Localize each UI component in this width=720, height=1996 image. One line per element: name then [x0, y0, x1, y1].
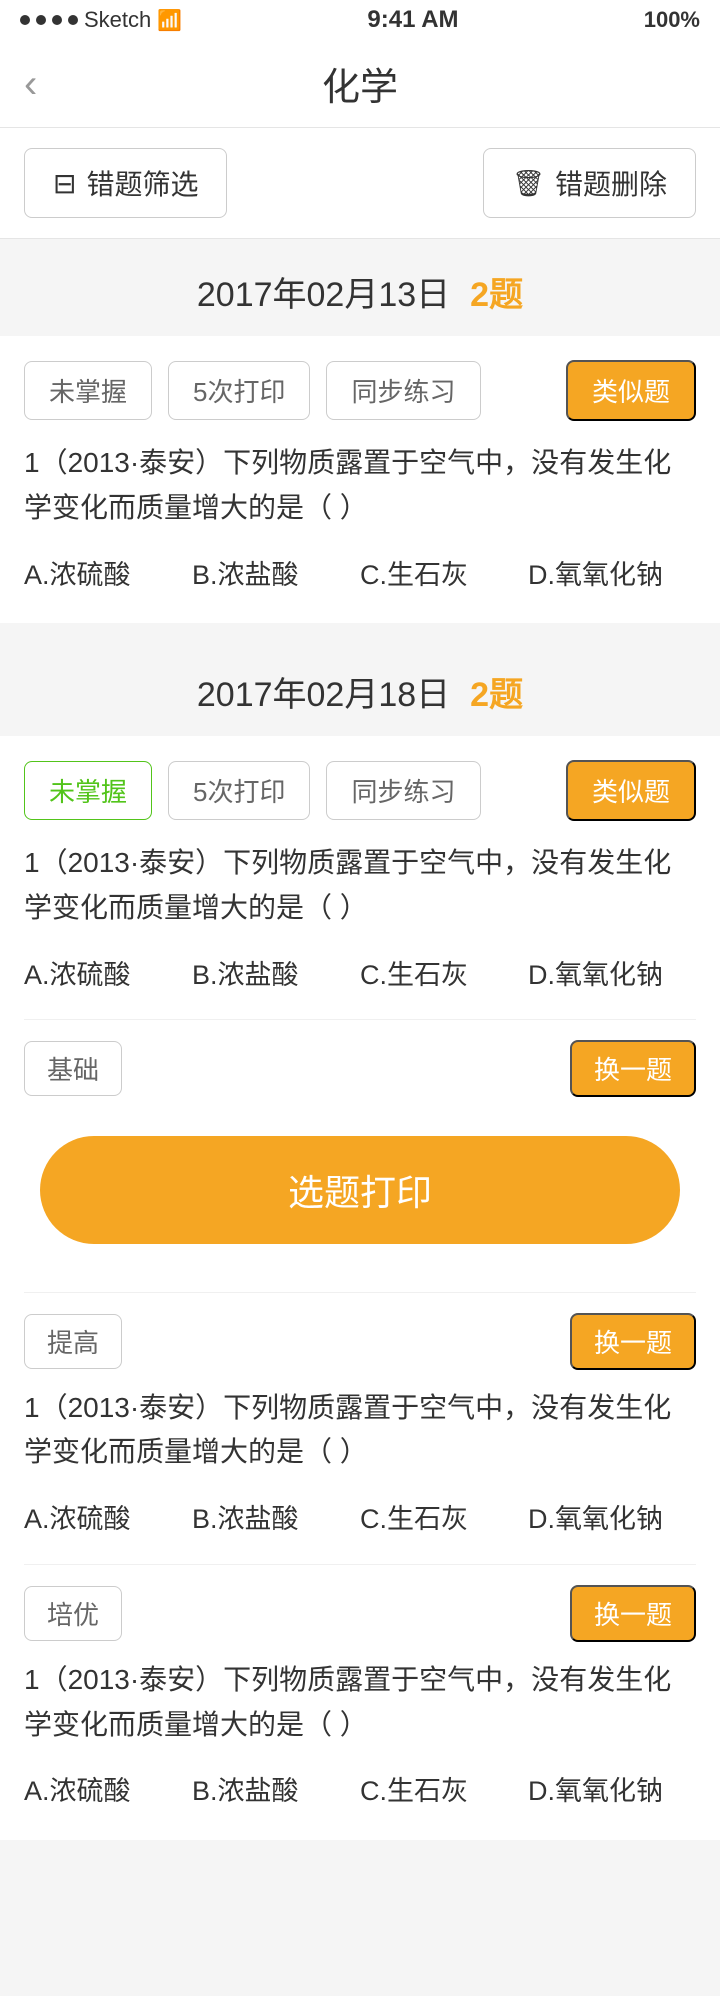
- question-card-2-0: 未掌握 5次打印 同步练习 类似题 1（2013·泰安）下列物质露置于空气中，没…: [0, 736, 720, 1840]
- sub-tag-row-elite: 培优 换一题: [24, 1585, 696, 1642]
- print-button[interactable]: 选题打印: [40, 1136, 680, 1244]
- swap-button-elite[interactable]: 换一题: [570, 1585, 696, 1642]
- swap-button-advanced[interactable]: 换一题: [570, 1313, 696, 1370]
- sub-opt-c-elite: C.生石灰: [360, 1767, 528, 1816]
- sub-opt-b-elite: B.浓盐酸: [192, 1767, 360, 1816]
- date-text-1: 2017年02月13日: [197, 267, 450, 316]
- sub-opt-a-adv: A.浓硫酸: [24, 1495, 192, 1544]
- nav-bar: ‹ 化学: [0, 40, 720, 128]
- delete-label: 错题删除: [555, 163, 667, 203]
- sub-block-elite: 培优 换一题 1（2013·泰安）下列物质露置于空气中，没有发生化学变化而质量增…: [24, 1564, 696, 1816]
- sub-tag-row-basic: 基础 换一题: [24, 1040, 696, 1097]
- back-button[interactable]: ‹: [24, 64, 37, 104]
- question-text-2: 1（2013·泰安）下列物质露置于空气中，没有发生化学变化而质量增大的是（ ）: [24, 841, 696, 931]
- option-d: D.氧氧化钠: [528, 551, 696, 600]
- signal-dot: [68, 15, 78, 25]
- sub-question-text-elite: 1（2013·泰安）下列物质露置于空气中，没有发生化学变化而质量增大的是（ ）: [24, 1658, 696, 1748]
- similar-button-2[interactable]: 类似题: [566, 760, 696, 821]
- opt-a-2: A.浓硫酸: [24, 951, 192, 1000]
- wifi-icon: 📶: [157, 8, 182, 33]
- date-count-1: 2题: [470, 267, 523, 316]
- sub-opt-b-adv: B.浓盐酸: [192, 1495, 360, 1544]
- sub-tag-elite: 培优: [24, 1586, 122, 1641]
- sub-options-advanced: A.浓硫酸 B.浓盐酸 C.生石灰 D.氧氧化钠: [24, 1495, 696, 1544]
- sub-opt-a-elite: A.浓硫酸: [24, 1767, 192, 1816]
- signal-dot: [20, 15, 30, 25]
- tag-print-2[interactable]: 5次打印: [168, 761, 310, 820]
- section-1: 2017年02月13日 2题 未掌握 5次打印 同步练习 类似题 1（2013·…: [0, 239, 720, 623]
- opt-d-2: D.氧氧化钠: [528, 951, 696, 1000]
- tag-print[interactable]: 5次打印: [168, 361, 310, 420]
- delete-button[interactable]: 🗑 错题删除: [483, 148, 696, 218]
- option-a: A.浓硫酸: [24, 551, 192, 600]
- date-header-1: 2017年02月13日 2题: [0, 239, 720, 336]
- sub-block-advanced: 提高 换一题 1（2013·泰安）下列物质露置于空气中，没有发生化学变化而质量增…: [24, 1292, 696, 1544]
- time-display: 9:41 AM: [367, 6, 458, 34]
- bottom-bar: 选题打印: [0, 1116, 720, 1280]
- sub-tag-basic: 基础: [24, 1041, 122, 1096]
- date-text-2: 2017年02月18日: [197, 667, 450, 716]
- question-tags-row: 未掌握 5次打印 同步练习 类似题: [24, 360, 696, 421]
- question-text: 1（2013·泰安）下列物质露置于空气中，没有发生化学变化而质量增大的是（ ）: [24, 441, 696, 531]
- signal-dot: [36, 15, 46, 25]
- question-options: A.浓硫酸 B.浓盐酸 C.生石灰 D.氧氧化钠: [24, 551, 696, 600]
- sub-opt-d-elite: D.氧氧化钠: [528, 1767, 696, 1816]
- signal-dot: [52, 15, 62, 25]
- toolbar: ⊟ 错题筛选 🗑 错题删除: [0, 128, 720, 239]
- tag-sync[interactable]: 同步练习: [326, 361, 480, 420]
- status-bar: Sketch 📶 9:41 AM 100%: [0, 0, 720, 40]
- question-options-2: A.浓硫酸 B.浓盐酸 C.生石灰 D.氧氧化钠: [24, 951, 696, 1000]
- similar-button[interactable]: 类似题: [566, 360, 696, 421]
- opt-b-2: B.浓盐酸: [192, 951, 360, 1000]
- tag-sync-2[interactable]: 同步练习: [326, 761, 480, 820]
- opt-c-2: C.生石灰: [360, 951, 528, 1000]
- sub-question-text-advanced: 1（2013·泰安）下列物质露置于空气中，没有发生化学变化而质量增大的是（ ）: [24, 1386, 696, 1476]
- option-b: B.浓盐酸: [192, 551, 360, 600]
- tag-unmastered[interactable]: 未掌握: [24, 361, 152, 420]
- date-header-2: 2017年02月18日 2题: [0, 639, 720, 736]
- sub-options-elite: A.浓硫酸 B.浓盐酸 C.生石灰 D.氧氧化钠: [24, 1767, 696, 1816]
- filter-label: 错题筛选: [86, 163, 198, 203]
- date-count-2: 2题: [470, 667, 523, 716]
- filter-button[interactable]: ⊟ 错题筛选: [24, 148, 227, 218]
- page-title: 化学: [322, 56, 398, 111]
- sub-opt-c-adv: C.生石灰: [360, 1495, 528, 1544]
- tag-unmastered-2[interactable]: 未掌握: [24, 761, 152, 820]
- option-c: C.生石灰: [360, 551, 528, 600]
- sub-opt-d-adv: D.氧氧化钠: [528, 1495, 696, 1544]
- sub-tag-advanced: 提高: [24, 1314, 122, 1369]
- question-card-1-0: 未掌握 5次打印 同步练习 类似题 1（2013·泰安）下列物质露置于空气中，没…: [0, 336, 720, 623]
- battery-display: 100%: [644, 7, 700, 33]
- question-tags-row-2: 未掌握 5次打印 同步练习 类似题: [24, 760, 696, 821]
- sub-tag-row-advanced: 提高 换一题: [24, 1313, 696, 1370]
- delete-icon: 🗑: [512, 168, 545, 199]
- network-label: Sketch: [84, 7, 151, 33]
- filter-icon: ⊟: [53, 167, 76, 200]
- swap-button-basic[interactable]: 换一题: [570, 1040, 696, 1097]
